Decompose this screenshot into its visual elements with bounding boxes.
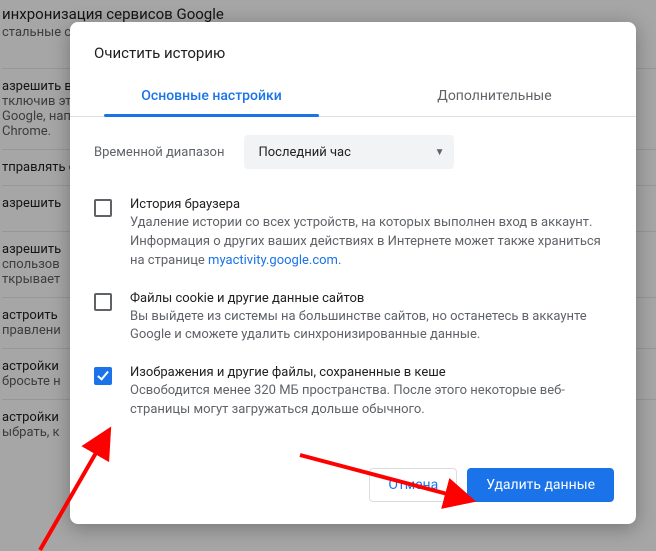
option-title: Изображения и другие файлы, сохраненные … [130, 365, 612, 380]
cancel-button[interactable]: Отмена [369, 468, 457, 502]
checkbox-cache[interactable] [94, 367, 112, 385]
clear-history-dialog: Очистить историю Основные настройки Допо… [70, 22, 636, 524]
tab-basic[interactable]: Основные настройки [70, 80, 353, 116]
checkbox-cookies[interactable] [94, 293, 112, 311]
option-desc: Освободится менее 320 МБ пространства. П… [130, 382, 612, 420]
option-desc: Удаление истории со всех устройств, на к… [130, 214, 612, 271]
dialog-footer: Отмена Удалить данные [70, 452, 636, 524]
caret-down-icon: ▼ [435, 147, 445, 158]
time-range-row: Временной диапазон Последний час ▼ [70, 117, 636, 179]
option-cookies: Файлы cookie и другие данные сайтов Вы в… [94, 281, 612, 356]
myactivity-link[interactable]: myactivity.google.com [208, 253, 338, 268]
time-range-value: Последний час [258, 145, 350, 160]
option-title: История браузера [130, 197, 612, 212]
time-range-select[interactable]: Последний час ▼ [244, 135, 454, 169]
dialog-tabs: Основные настройки Дополнительные [70, 80, 636, 117]
dialog-title: Очистить историю [70, 22, 636, 80]
option-cache: Изображения и другие файлы, сохраненные … [94, 355, 612, 430]
option-title: Файлы cookie и другие данные сайтов [130, 291, 612, 306]
checkbox-browsing-history[interactable] [94, 199, 112, 217]
confirm-button[interactable]: Удалить данные [467, 468, 614, 502]
option-desc: Вы выйдете из системы на большинстве сай… [130, 308, 612, 346]
tab-advanced[interactable]: Дополнительные [353, 80, 636, 116]
options-list: История браузера Удаление истории со все… [70, 179, 636, 452]
option-browsing-history: История браузера Удаление истории со все… [94, 187, 612, 281]
time-range-label: Временной диапазон [94, 145, 224, 160]
